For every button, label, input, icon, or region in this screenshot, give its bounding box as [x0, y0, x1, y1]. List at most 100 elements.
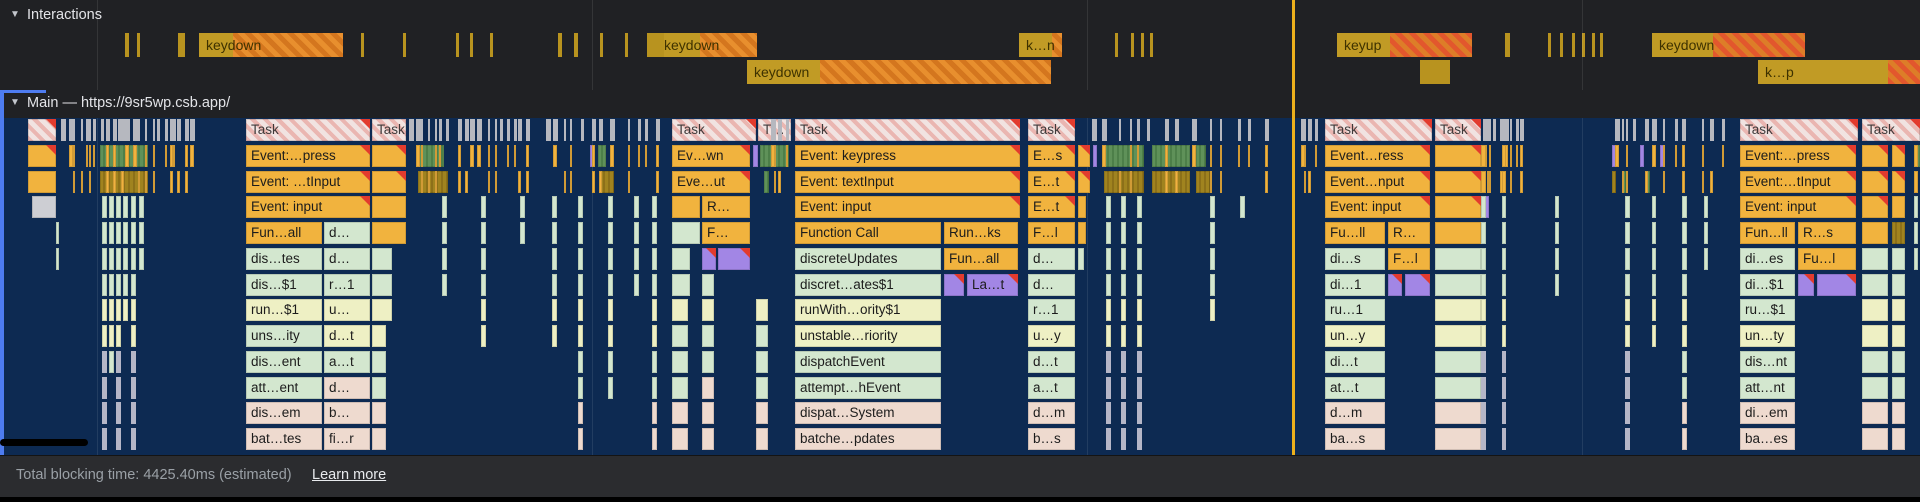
- flame-bar[interactable]: [1481, 299, 1486, 321]
- flame-bar[interactable]: [28, 171, 56, 193]
- flame-bar[interactable]: [1137, 325, 1142, 347]
- flame-bar[interactable]: [1175, 119, 1179, 141]
- interaction-event-bar[interactable]: k…n: [1019, 33, 1062, 57]
- flame-bar[interactable]: [1914, 171, 1918, 193]
- flame-bar[interactable]: [116, 428, 121, 450]
- flame-bar[interactable]: d…m: [1325, 402, 1385, 424]
- flame-bar[interactable]: [102, 428, 107, 450]
- flame-bar[interactable]: [1892, 145, 1905, 167]
- flame-bar[interactable]: [123, 196, 128, 218]
- flame-bar[interactable]: dis…ent: [246, 351, 322, 373]
- flame-bar[interactable]: [1220, 119, 1222, 141]
- task-bar[interactable]: Task: [246, 119, 370, 141]
- flame-bar[interactable]: [592, 145, 595, 167]
- task-bar[interactable]: Task: [1435, 119, 1481, 141]
- flame-bar[interactable]: [756, 377, 768, 399]
- flame-bar[interactable]: [106, 171, 109, 193]
- flame-bar[interactable]: [1722, 119, 1725, 141]
- flame-bar[interactable]: [608, 248, 613, 270]
- flame-bar[interactable]: [470, 145, 474, 167]
- flame-bar[interactable]: [1196, 145, 1206, 167]
- flame-bar[interactable]: [372, 248, 392, 270]
- flame-bar[interactable]: [439, 145, 441, 167]
- flame-bar[interactable]: [702, 377, 714, 399]
- flame-bar[interactable]: [409, 119, 414, 141]
- flame-bar[interactable]: [672, 222, 700, 244]
- flame-bar[interactable]: [86, 119, 89, 141]
- flame-bar[interactable]: [628, 119, 630, 141]
- flame-bar[interactable]: [190, 119, 195, 141]
- flame-bar[interactable]: b…s: [1028, 428, 1075, 450]
- flame-bar[interactable]: [118, 119, 123, 141]
- flame-bar[interactable]: runWith…ority$1: [795, 299, 941, 321]
- flame-bar[interactable]: [672, 428, 688, 450]
- flame-bar[interactable]: [477, 119, 482, 141]
- flame-bar[interactable]: ru…$1: [1740, 299, 1795, 321]
- flame-bar[interactable]: [1555, 222, 1559, 244]
- flame-bar[interactable]: [488, 119, 490, 141]
- flame-bar[interactable]: [61, 119, 66, 141]
- flame-bar[interactable]: [1622, 171, 1624, 193]
- flame-bar[interactable]: [1722, 145, 1724, 167]
- flame-bar[interactable]: [102, 299, 107, 321]
- flame-bar[interactable]: [608, 325, 613, 347]
- flame-bar[interactable]: [610, 145, 614, 167]
- flame-bar[interactable]: di…1: [1325, 274, 1385, 296]
- flame-bar[interactable]: [153, 171, 155, 193]
- flame-bar[interactable]: [442, 274, 447, 296]
- flame-bar[interactable]: u…y: [1028, 325, 1075, 347]
- flame-bar[interactable]: [1652, 325, 1656, 347]
- flame-bar[interactable]: [608, 377, 613, 399]
- flame-bar[interactable]: [1192, 145, 1196, 167]
- flame-bar[interactable]: [507, 145, 509, 167]
- flame-bar[interactable]: [1121, 377, 1126, 399]
- flame-bar[interactable]: [1625, 325, 1630, 347]
- flame-bar[interactable]: [638, 145, 640, 167]
- flame-bar[interactable]: [1520, 145, 1523, 167]
- flame-bar[interactable]: [1265, 145, 1268, 167]
- flame-bar[interactable]: [435, 171, 437, 193]
- flame-bar[interactable]: [1106, 377, 1111, 399]
- flame-bar[interactable]: [1615, 145, 1619, 167]
- flame-bar[interactable]: [778, 119, 782, 141]
- interaction-tick-bar[interactable]: [600, 33, 603, 57]
- flame-bar[interactable]: [1315, 145, 1317, 167]
- flame-bar[interactable]: [1137, 351, 1142, 373]
- flame-bar[interactable]: [145, 119, 147, 141]
- flame-bar[interactable]: [1435, 171, 1481, 193]
- flame-bar[interactable]: Event:…tInput: [1740, 171, 1856, 193]
- flame-bar[interactable]: [1502, 274, 1506, 296]
- flame-bar[interactable]: d…: [324, 248, 370, 270]
- flame-bar[interactable]: [1626, 119, 1628, 141]
- flame-bar[interactable]: [652, 325, 657, 347]
- flame-bar[interactable]: [1615, 119, 1620, 141]
- flame-bar[interactable]: [1481, 274, 1486, 296]
- flame-bar[interactable]: di…es: [1740, 248, 1795, 270]
- flame-bar[interactable]: [439, 119, 442, 141]
- flame-bar[interactable]: d…: [1028, 274, 1075, 296]
- flame-bar[interactable]: u…: [324, 299, 370, 321]
- flame-bar[interactable]: [1152, 171, 1190, 193]
- flame-bar[interactable]: [570, 119, 572, 141]
- flame-bar[interactable]: [645, 145, 647, 167]
- flame-bar[interactable]: [145, 171, 147, 193]
- flame-bar[interactable]: [1481, 402, 1486, 424]
- horizontal-scrollbar-thumb[interactable]: [0, 439, 88, 446]
- flame-bar[interactable]: [1652, 119, 1657, 141]
- flame-bar[interactable]: [1510, 145, 1512, 167]
- flame-bar[interactable]: [753, 145, 758, 167]
- flame-bar[interactable]: [131, 351, 136, 373]
- flame-bar[interactable]: [1078, 171, 1090, 193]
- flame-bar[interactable]: [1502, 196, 1506, 218]
- flame-bar[interactable]: [1682, 274, 1687, 296]
- flame-bar[interactable]: [131, 222, 136, 244]
- flame-bar[interactable]: [1682, 299, 1687, 321]
- flame-bar[interactable]: discret…ates$1: [795, 274, 941, 296]
- flame-bar[interactable]: [106, 145, 109, 167]
- flame-bar[interactable]: [173, 145, 175, 167]
- flame-bar[interactable]: [1435, 402, 1481, 424]
- flame-bar[interactable]: [578, 428, 583, 450]
- flame-bar[interactable]: [93, 119, 96, 141]
- flame-bar[interactable]: [165, 119, 168, 141]
- flame-bar[interactable]: [109, 222, 114, 244]
